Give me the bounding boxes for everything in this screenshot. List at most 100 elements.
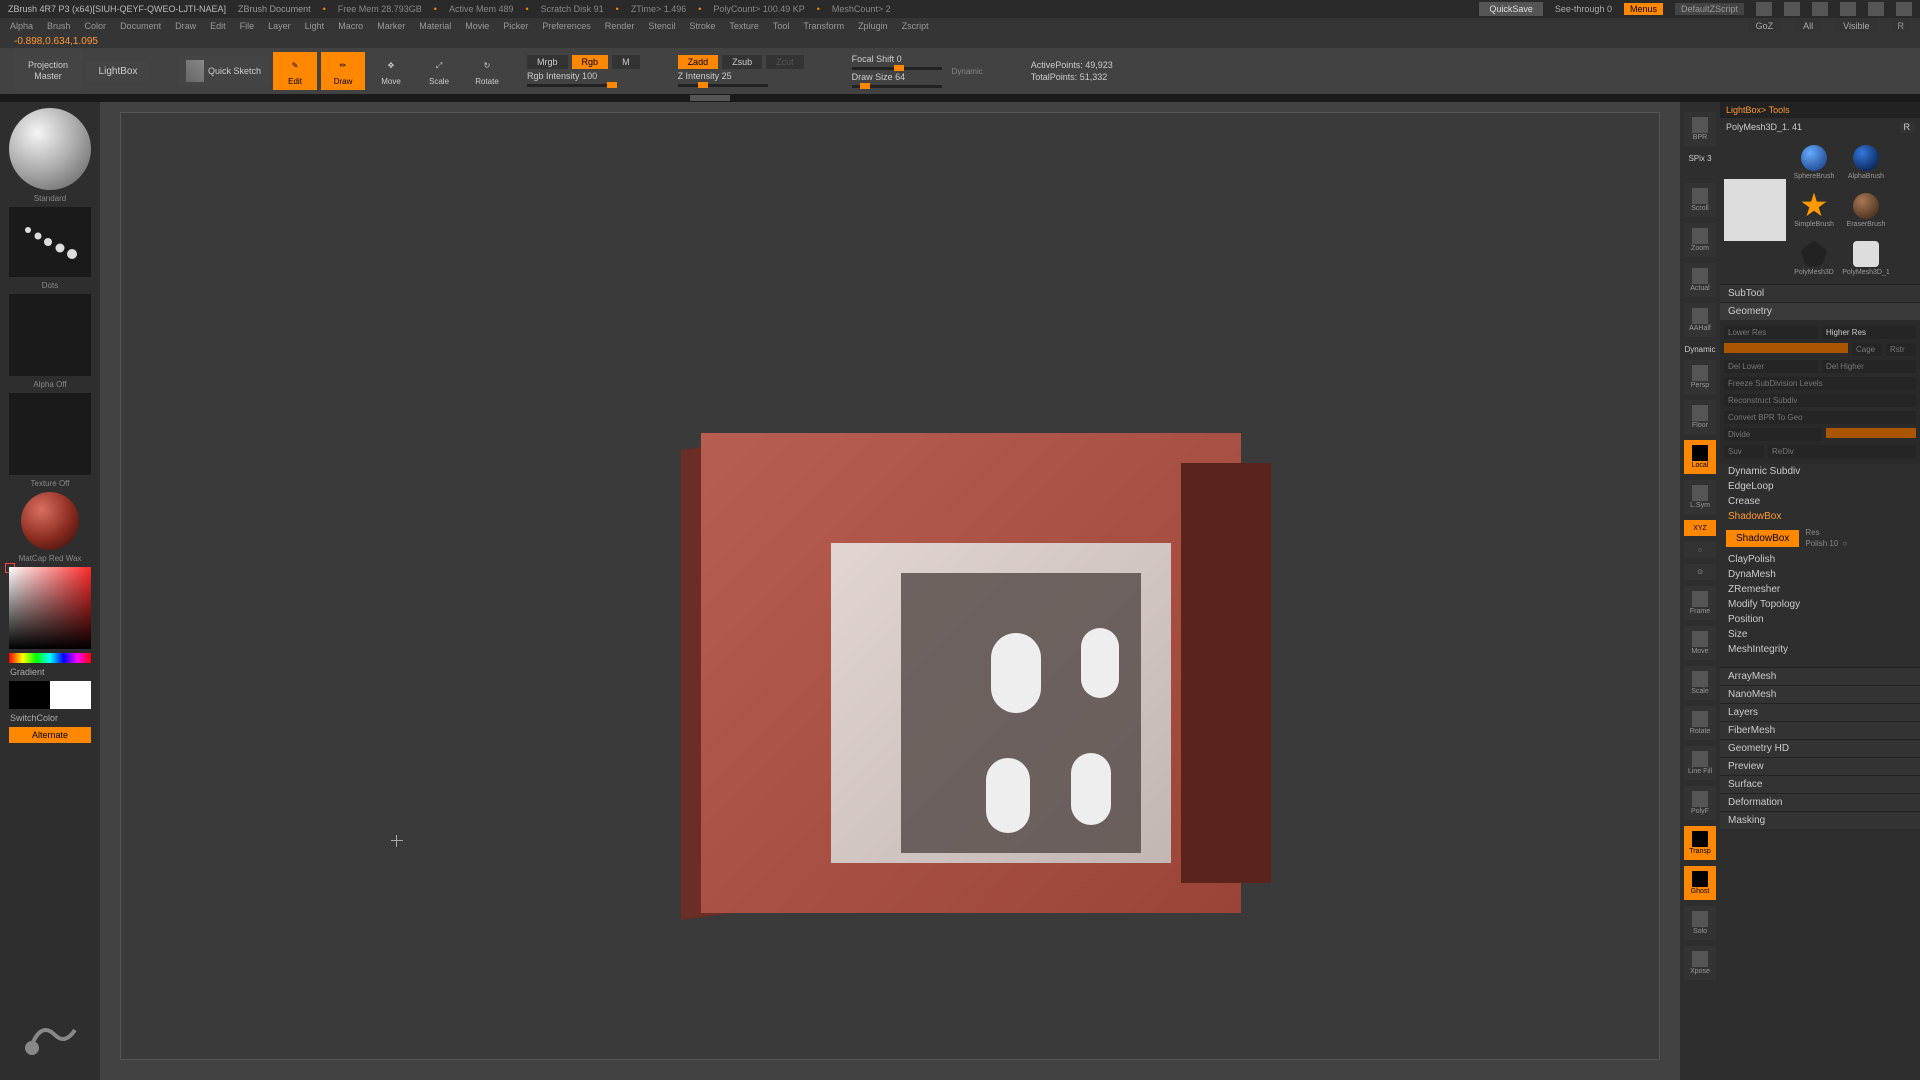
rgb-intensity-label[interactable]: Rgb Intensity 100 [527, 71, 597, 81]
lsym-button[interactable]: L.Sym [1684, 480, 1716, 514]
m-button[interactable]: M [612, 55, 640, 69]
stroke-picker[interactable] [9, 207, 91, 277]
persp-button[interactable]: Persp [1684, 360, 1716, 394]
smt-slider[interactable] [1826, 428, 1916, 438]
section-masking[interactable]: Masking [1720, 811, 1920, 829]
rotate-mode-button[interactable]: ↻Rotate [465, 52, 509, 90]
circle-button[interactable]: ○ [1684, 542, 1716, 558]
all-button[interactable]: All [1795, 20, 1821, 32]
menu-material[interactable]: Material [419, 21, 451, 31]
close-icon[interactable] [1896, 2, 1912, 16]
zoom-button[interactable]: Zoom [1684, 223, 1716, 257]
menu-draw[interactable]: Draw [175, 21, 196, 31]
section-geometry[interactable]: Geometry [1720, 302, 1920, 320]
z-intensity-label[interactable]: Z Intensity 25 [678, 71, 732, 81]
color-swatches[interactable] [9, 681, 91, 709]
menu-zplugin[interactable]: Zplugin [858, 21, 888, 31]
section-deformation[interactable]: Deformation [1720, 793, 1920, 811]
frame-button[interactable]: Frame [1684, 586, 1716, 620]
polyf-button[interactable]: PolyF [1684, 786, 1716, 820]
quicksave-button[interactable]: QuickSave [1479, 2, 1543, 16]
tool-eraserbrush[interactable]: EraserBrush [1842, 188, 1890, 232]
draw-size-slider[interactable] [852, 85, 942, 88]
higher-res-button[interactable]: Higher Res [1822, 326, 1916, 339]
xpose-button[interactable]: Xpose [1684, 946, 1716, 980]
section-size[interactable]: Size [1720, 627, 1920, 642]
dynamic-label[interactable]: Dynamic [952, 67, 983, 76]
section-dynamesh[interactable]: DynaMesh [1720, 567, 1920, 582]
menu-stencil[interactable]: Stencil [648, 21, 675, 31]
section-fibermesh[interactable]: FiberMesh [1720, 721, 1920, 739]
menus-button[interactable]: Menus [1624, 3, 1663, 15]
bpr-button[interactable]: BPR [1684, 112, 1716, 146]
menu-movie[interactable]: Movie [465, 21, 489, 31]
r-button[interactable]: R [1892, 20, 1911, 32]
edit-mode-button[interactable]: ✎Edit [273, 52, 317, 90]
rgb-button[interactable]: Rgb [572, 55, 609, 69]
scale-mode-button[interactable]: ⤢Scale [417, 52, 461, 90]
menu-preferences[interactable]: Preferences [542, 21, 591, 31]
solo-button[interactable]: Solo [1684, 906, 1716, 940]
window-icon[interactable] [1756, 2, 1772, 16]
section-preview[interactable]: Preview [1720, 757, 1920, 775]
tool-polymesh3d[interactable]: PolyMesh3D [1790, 236, 1838, 280]
color-picker[interactable] [9, 567, 91, 649]
section-subtool[interactable]: SubTool [1720, 284, 1920, 302]
menu-brush[interactable]: Brush [47, 21, 71, 31]
hue-slider[interactable] [9, 653, 91, 663]
material-picker[interactable] [21, 492, 79, 550]
alpha-picker[interactable] [9, 294, 91, 376]
menu-render[interactable]: Render [605, 21, 635, 31]
menu-marker[interactable]: Marker [377, 21, 405, 31]
menu-transform[interactable]: Transform [803, 21, 844, 31]
draw-size-label[interactable]: Draw Size 64 [852, 72, 906, 82]
rotate-view-button[interactable]: Rotate [1684, 706, 1716, 740]
goz-button[interactable]: GoZ [1748, 20, 1782, 32]
menu-color[interactable]: Color [85, 21, 107, 31]
menu-tool[interactable]: Tool [773, 21, 790, 31]
menu-alpha[interactable]: Alpha [10, 21, 33, 31]
projection-master-button[interactable]: Projection Master [14, 52, 82, 90]
menu-document[interactable]: Document [120, 21, 161, 31]
quick-sketch-button[interactable]: Quick Sketch [178, 56, 269, 86]
z-intensity-slider[interactable] [678, 84, 768, 87]
section-zremesher[interactable]: ZRemesher [1720, 582, 1920, 597]
brush-picker[interactable] [9, 108, 91, 190]
canvas-scroll-indicator[interactable] [0, 94, 1920, 102]
focal-shift-slider[interactable] [852, 67, 942, 70]
freeze-subdiv-button[interactable]: Freeze SubDivision Levels [1724, 377, 1916, 390]
del-higher-button[interactable]: Del Higher [1822, 360, 1916, 373]
linefill-button[interactable]: Line Fill [1684, 746, 1716, 780]
tool-simplebrush[interactable]: SimpleBrush [1790, 188, 1838, 232]
section-claypolish[interactable]: ClayPolish [1720, 552, 1920, 567]
reconstruct-button[interactable]: Reconstruct Subdiv [1724, 394, 1916, 407]
menu-edit[interactable]: Edit [210, 21, 226, 31]
divide-button[interactable]: Divide [1724, 428, 1822, 441]
menu-macro[interactable]: Macro [338, 21, 363, 31]
tool-polymesh3d-1[interactable]: PolyMesh3D_1 [1842, 236, 1890, 280]
canvas-viewport[interactable] [120, 112, 1660, 1060]
seethrough-slider[interactable]: See-through 0 [1555, 4, 1612, 14]
section-arraymesh[interactable]: ArrayMesh [1720, 667, 1920, 685]
r-toggle[interactable]: R [1900, 121, 1915, 133]
zsub-button[interactable]: Zsub [722, 55, 762, 69]
local-button[interactable]: Local [1684, 440, 1716, 474]
rgb-intensity-slider[interactable] [527, 84, 617, 87]
window-icon[interactable] [1784, 2, 1800, 16]
zcut-button[interactable]: Zcut [766, 55, 804, 69]
lower-res-button[interactable]: Lower Res [1724, 326, 1818, 339]
floor-button[interactable]: Floor [1684, 400, 1716, 434]
mrgb-button[interactable]: Mrgb [527, 55, 568, 69]
ghost-button[interactable]: Ghost [1684, 866, 1716, 900]
draw-mode-button[interactable]: ✏Draw [321, 52, 365, 90]
section-edgeloop[interactable]: EdgeLoop [1720, 479, 1920, 494]
section-nanomesh[interactable]: NanoMesh [1720, 685, 1920, 703]
focal-shift-label[interactable]: Focal Shift 0 [852, 54, 902, 64]
del-lower-button[interactable]: Del Lower [1724, 360, 1818, 373]
convert-bpr-button[interactable]: Convert BPR To Geo [1724, 411, 1916, 424]
maximize-icon[interactable] [1868, 2, 1884, 16]
switchcolor-button[interactable]: SwitchColor [10, 713, 58, 723]
menu-layer[interactable]: Layer [268, 21, 291, 31]
section-crease[interactable]: Crease [1720, 494, 1920, 509]
section-shadowbox[interactable]: ShadowBox [1720, 509, 1920, 524]
